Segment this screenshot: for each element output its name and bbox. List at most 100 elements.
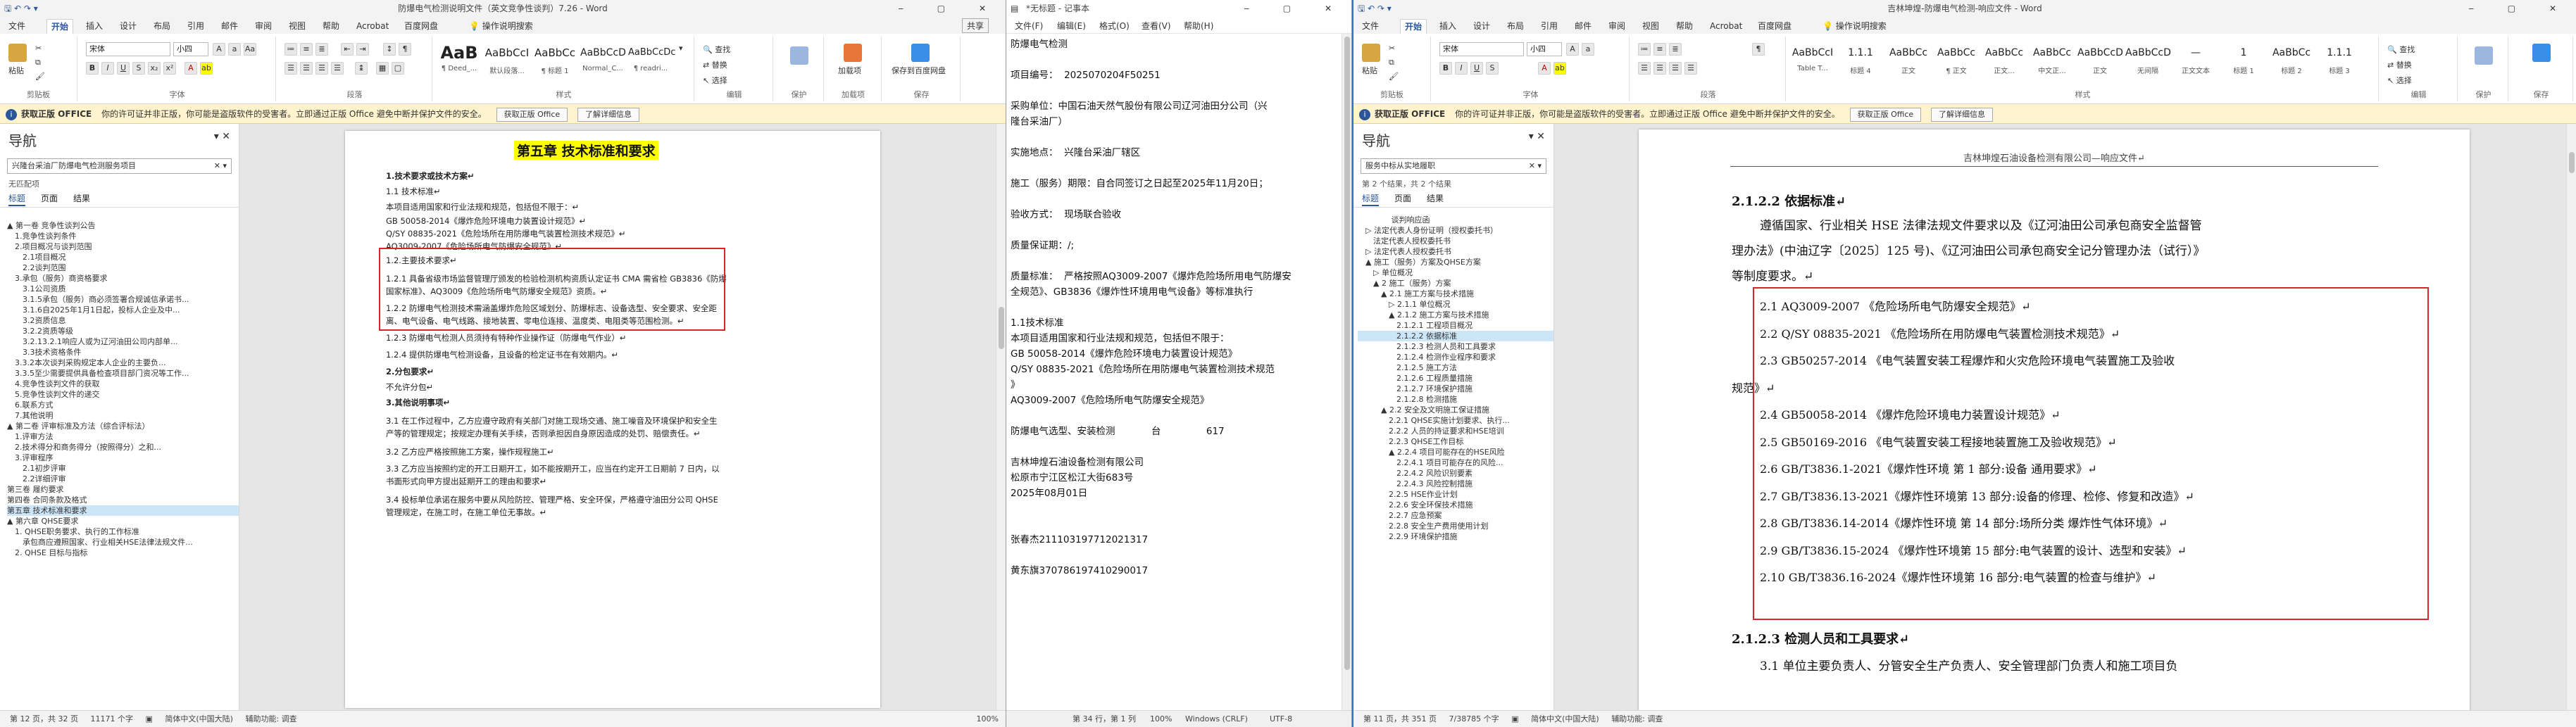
nav-heading-item[interactable]: 2. QHSE 目标与指标	[7, 548, 239, 558]
underline-icon[interactable]: U	[1470, 62, 1483, 75]
decrease-indent-icon[interactable]: ⇤	[341, 43, 354, 56]
page-count[interactable]: 第 12 页，共 32 页	[10, 714, 78, 723]
menu-help[interactable]: 帮助(H)	[1180, 19, 1218, 34]
tab-insert[interactable]: 插入	[82, 19, 107, 34]
menu-edit[interactable]: 编辑(E)	[1053, 19, 1090, 34]
nav-heading-item[interactable]: 2.2.7 应急预案	[1358, 510, 1553, 521]
paste-button[interactable]: 粘贴	[1362, 65, 1377, 76]
copy-icon[interactable]: ⧉	[35, 58, 41, 68]
nav-heading-item[interactable]: 5.竞争性谈判文件的递交	[7, 389, 239, 400]
nav-heading-item[interactable]: 承包商应遵照国家、行业相关HSE法律法规文件...	[7, 537, 239, 548]
nav-heading-item[interactable]: 3.1.5承包（服务）商必须签署合规诚信承诺书...	[7, 294, 239, 305]
nav-heading-item[interactable]: 2.2.8 安全生产费用使用计划	[1358, 521, 1553, 531]
borders-icon[interactable]: ▢	[392, 62, 404, 75]
language[interactable]: 简体中文(中国大陆)	[1531, 714, 1599, 723]
nav-heading-item[interactable]: 1.竞争性谈判条件	[7, 231, 239, 241]
tab-mailings[interactable]: 邮件	[217, 19, 242, 34]
nav-heading-item[interactable]: 3.2资质信息	[7, 315, 239, 326]
find-button[interactable]: 🔍 查找	[703, 44, 730, 55]
shading-icon[interactable]: ▦	[376, 62, 389, 75]
tab-baidu[interactable]: 百度网盘	[400, 19, 442, 34]
nav-tab-headings[interactable]: 标题	[8, 194, 26, 206]
replace-button[interactable]: ⇄ 替换	[703, 59, 727, 70]
font-size-select[interactable]: 小四	[173, 42, 208, 56]
nav-heading-item[interactable]: ▲ 2.2 安全及文明施工保证措施	[1358, 405, 1553, 415]
nav-heading-item[interactable]: 法定代表人授权委托书	[1358, 236, 1553, 246]
nav-heading-item[interactable]: ▲ 2 施工（服务）方案	[1358, 278, 1553, 289]
bullets-icon[interactable]: ≔	[1638, 43, 1651, 56]
clear-search-icon[interactable]: ✕ ▾	[1529, 159, 1542, 173]
style-gallery-item[interactable]: — 正文文本	[2173, 41, 2218, 84]
nav-heading-item[interactable]: 3.2.13.2.1响应人或为辽河油田公司内部单...	[7, 336, 239, 347]
replace-button[interactable]: ⇄ 替换	[2387, 59, 2412, 70]
tab-file[interactable]: 文件	[1358, 19, 1383, 34]
close-icon[interactable]: ▾ ✕	[214, 131, 230, 142]
copy-icon[interactable]: ⧉	[1389, 58, 1394, 68]
style-gallery-item[interactable]: AaBbCcD Normal_C...	[580, 41, 626, 84]
font-size-select[interactable]: 小四	[1527, 42, 1562, 56]
nav-heading-item[interactable]: ▷ 单位概况	[1358, 267, 1553, 278]
nav-heading-item[interactable]: 2.1.2.2 依据标准	[1358, 331, 1553, 341]
paste-button[interactable]: 粘贴	[8, 65, 24, 76]
learn-more-button[interactable]: 了解详细信息	[1931, 107, 1994, 122]
nav-heading-item[interactable]: 3.2.2资质等级	[7, 326, 239, 336]
nav-heading-item[interactable]: 3.3.2本次谈判采购规定本人企业的主要负...	[7, 358, 239, 368]
accessibility[interactable]: 辅助功能: 调查	[1611, 714, 1663, 723]
nav-tab-pages[interactable]: 页面	[1394, 194, 1411, 203]
notepad-scrollbar[interactable]	[1342, 34, 1351, 710]
italic-icon[interactable]: I	[101, 62, 114, 75]
select-button[interactable]: ↖ 选择	[2387, 75, 2412, 86]
shield-icon[interactable]	[790, 46, 808, 65]
menu-format[interactable]: 格式(O)	[1095, 19, 1134, 34]
nav-heading-item[interactable]: 2.1.2.8 检测措施	[1358, 394, 1553, 405]
tab-home[interactable]: 开始	[1400, 19, 1427, 34]
nav-heading-item[interactable]: 2.2.3 QHSE工作目标	[1358, 436, 1553, 447]
find-button[interactable]: 🔍 查找	[2387, 44, 2415, 55]
proofing-icon[interactable]: ▣	[1511, 714, 1518, 723]
justify-icon[interactable]: ☰	[331, 62, 344, 75]
cut-icon[interactable]: ✂	[35, 44, 42, 53]
nav-heading-item[interactable]: ▲ 施工（服务）方案及QHSE方案	[1358, 257, 1553, 267]
nav-heading-item[interactable]: 谈判响应函	[1358, 215, 1553, 225]
numbering-icon[interactable]: ≡	[300, 43, 313, 56]
nav-heading-item[interactable]: 3.评审程序	[7, 453, 239, 463]
cloud-save-icon[interactable]	[911, 44, 930, 62]
notepad-text-area[interactable]: 防爆电气检测 项目编号： 2025070204F50251 采购单位：中国石油天然气…	[1011, 37, 1334, 707]
addin-icon[interactable]	[844, 44, 862, 62]
align-right-icon[interactable]: ☰	[1669, 62, 1682, 75]
tab-references[interactable]: 引用	[1537, 19, 1562, 34]
tab-review[interactable]: 审阅	[251, 19, 276, 34]
tell-me-search[interactable]: 💡 操作说明搜索	[465, 19, 537, 34]
accessibility[interactable]: 辅助功能: 调查	[245, 714, 296, 723]
increase-indent-icon[interactable]: ⇥	[356, 43, 369, 56]
nav-heading-item[interactable]: ▲ 2.1 施工方案与技术措施	[1358, 289, 1553, 299]
justify-icon[interactable]: ☰	[1684, 62, 1697, 75]
nav-heading-item[interactable]: ▲ 2.2.4 项目可能存在的HSE风险	[1358, 447, 1553, 457]
italic-icon[interactable]: I	[1455, 62, 1468, 75]
addin-button[interactable]: 加载项	[838, 65, 861, 76]
nav-heading-item[interactable]: 2.1初步评审	[7, 463, 239, 474]
menu-view[interactable]: 查看(V)	[1137, 19, 1175, 34]
nav-heading-item[interactable]: 1.评审方法	[7, 431, 239, 442]
style-gallery-item[interactable]: AaBbCc 正文	[1886, 41, 1931, 84]
nav-heading-item[interactable]: 2.1.2.6 工程质量措施	[1358, 373, 1553, 384]
tab-home[interactable]: 开始	[46, 19, 74, 34]
format-painter-icon[interactable]: 🖌	[1389, 72, 1399, 81]
tab-view[interactable]: 视图	[1638, 19, 1663, 34]
style-gallery-item[interactable]: AaBbCc ¶ 标题 1	[532, 41, 577, 84]
tab-layout[interactable]: 布局	[1503, 19, 1528, 34]
style-gallery-item[interactable]: AaBbCcI 默认段落...	[484, 41, 530, 84]
align-right-icon[interactable]: ☰	[315, 62, 328, 75]
close-icon[interactable]: ▾ ✕	[1529, 131, 1545, 142]
tab-design[interactable]: 设计	[1469, 19, 1494, 34]
style-gallery-item[interactable]: AaB ¶ Deed_...	[437, 41, 482, 84]
align-left-icon[interactable]: ☰	[285, 62, 297, 75]
nav-heading-item[interactable]: 第四卷 合同条款及格式	[7, 495, 239, 505]
grow-font-icon[interactable]: A	[213, 43, 225, 56]
nav-heading-item[interactable]: 2.2.9 环境保护措施	[1358, 531, 1553, 542]
nav-heading-item[interactable]: 2.1.2.3 检测人员和工具要求	[1358, 341, 1553, 352]
tab-acrobat[interactable]: Acrobat	[1706, 19, 1746, 34]
shrink-font-icon[interactable]: a	[228, 43, 241, 56]
highlight-icon[interactable]: ab	[200, 62, 213, 75]
font-color-icon[interactable]: A	[185, 62, 197, 75]
